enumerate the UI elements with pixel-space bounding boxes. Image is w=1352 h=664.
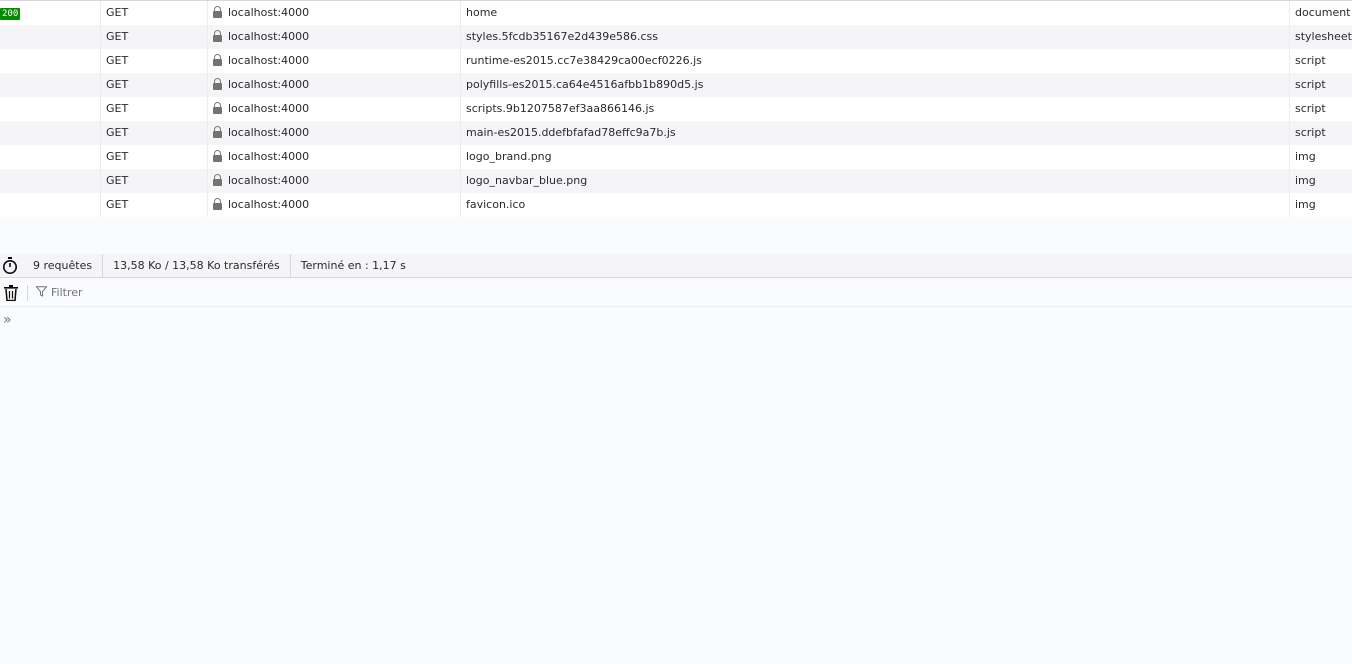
status-cell — [0, 49, 30, 73]
domain-text: localhost:4000 — [228, 54, 310, 67]
request-count: 9 requêtes — [33, 258, 93, 272]
type-cell: script — [1289, 49, 1352, 73]
transferred-size: 13,58 Ko / 13,58 Ko transférés — [102, 253, 290, 278]
file-cell: scripts.9b1207587ef3aa866146.js — [460, 97, 1289, 121]
request-row[interactable]: GET localhost:4000 logo_brand.png img — [0, 145, 1352, 169]
domain-cell: localhost:4000 — [207, 1, 460, 25]
domain-cell: localhost:4000 — [207, 169, 460, 193]
domain-cell: localhost:4000 — [207, 193, 460, 217]
lock-icon — [213, 78, 222, 90]
lock-icon — [213, 6, 222, 18]
type-cell: img — [1289, 169, 1352, 193]
status-cell — [0, 145, 30, 169]
domain-text: localhost:4000 — [228, 102, 310, 115]
status-cell — [0, 97, 30, 121]
method-cell: GET — [100, 73, 207, 97]
domain-text: localhost:4000 — [228, 30, 310, 43]
request-row[interactable]: GET localhost:4000 scripts.9b1207587ef3aa8… — [0, 97, 1352, 121]
domain-cell: localhost:4000 — [207, 97, 460, 121]
file-cell: styles.5fcdb35167e2d439e586.css — [460, 25, 1289, 49]
network-requests-list: 200 GET localhost:4000 home document GET local… — [0, 0, 1352, 217]
type-cell: stylesheet — [1289, 25, 1352, 49]
status-cell — [0, 193, 30, 217]
request-row[interactable]: GET localhost:4000 polyfills-es2015.ca64e4… — [0, 73, 1352, 97]
funnel-icon — [35, 285, 48, 300]
lock-icon — [213, 150, 222, 162]
status-cell — [0, 169, 30, 193]
method-cell: GET — [100, 145, 207, 169]
domain-text: localhost:4000 — [228, 150, 310, 163]
type-cell: script — [1289, 97, 1352, 121]
method-cell: GET — [100, 169, 207, 193]
method-cell: GET — [100, 97, 207, 121]
method-cell: GET — [100, 193, 207, 217]
type-cell: script — [1289, 73, 1352, 97]
file-cell: polyfills-es2015.ca64e4516afbb1b890d5.js — [460, 73, 1289, 97]
domain-cell: localhost:4000 — [207, 121, 460, 145]
domain-text: localhost:4000 — [228, 198, 310, 211]
domain-text: localhost:4000 — [228, 78, 310, 91]
request-row[interactable]: GET localhost:4000 main-es2015.ddefbfafad7… — [0, 121, 1352, 145]
file-cell: favicon.ico — [460, 193, 1289, 217]
domain-text: localhost:4000 — [228, 6, 310, 19]
method-cell: GET — [100, 121, 207, 145]
file-cell: runtime-es2015.cc7e38429ca00ecf0226.js — [460, 49, 1289, 73]
filter-placeholder: Filtrer — [51, 286, 83, 299]
status-cell: 200 — [0, 1, 30, 25]
console-prompt-icon[interactable]: » — [3, 312, 12, 328]
domain-cell: localhost:4000 — [207, 145, 460, 169]
status-cell — [0, 25, 30, 49]
domain-cell: localhost:4000 — [207, 25, 460, 49]
file-cell: logo_navbar_blue.png — [460, 169, 1289, 193]
lock-icon — [213, 102, 222, 114]
lock-icon — [213, 126, 222, 138]
request-row[interactable]: GET localhost:4000 logo_navbar_blue.png img — [0, 169, 1352, 193]
request-row[interactable]: GET localhost:4000 styles.5fcdb35167e2d439… — [0, 25, 1352, 49]
network-summary-bar: 9 requêtes 13,58 Ko / 13,58 Ko transféré… — [0, 253, 1352, 278]
type-cell: img — [1289, 145, 1352, 169]
domain-text: localhost:4000 — [228, 126, 310, 139]
domain-cell: localhost:4000 — [207, 49, 460, 73]
request-row[interactable]: GET localhost:4000 favicon.ico img — [0, 193, 1352, 217]
lock-icon — [213, 198, 222, 210]
lock-icon — [213, 54, 222, 66]
method-cell: GET — [100, 49, 207, 73]
request-row[interactable]: 200 GET localhost:4000 home document — [0, 1, 1352, 25]
console-toolbar: Filtrer — [0, 279, 1352, 307]
file-cell: main-es2015.ddefbfafad78effc9a7b.js — [460, 121, 1289, 145]
lock-icon — [213, 30, 222, 42]
console-filter-input[interactable]: Filtrer — [35, 285, 83, 300]
status-badge: 200 — [0, 8, 21, 20]
toolbar-divider — [27, 284, 28, 301]
stopwatch-icon[interactable] — [0, 254, 21, 278]
load-time: Terminé en : 1,17 s — [289, 253, 416, 278]
file-cell: home — [460, 1, 1289, 25]
type-cell: document — [1289, 1, 1352, 25]
method-cell: GET — [100, 1, 207, 25]
status-cell — [0, 121, 30, 145]
request-row[interactable]: GET localhost:4000 runtime-es2015.cc7e3842… — [0, 49, 1352, 73]
type-cell: img — [1289, 193, 1352, 217]
trash-icon[interactable] — [0, 279, 22, 307]
method-cell: GET — [100, 25, 207, 49]
lock-icon — [213, 174, 222, 186]
file-cell: logo_brand.png — [460, 145, 1289, 169]
domain-cell: localhost:4000 — [207, 73, 460, 97]
status-cell — [0, 73, 30, 97]
type-cell: script — [1289, 121, 1352, 145]
domain-text: localhost:4000 — [228, 174, 310, 187]
